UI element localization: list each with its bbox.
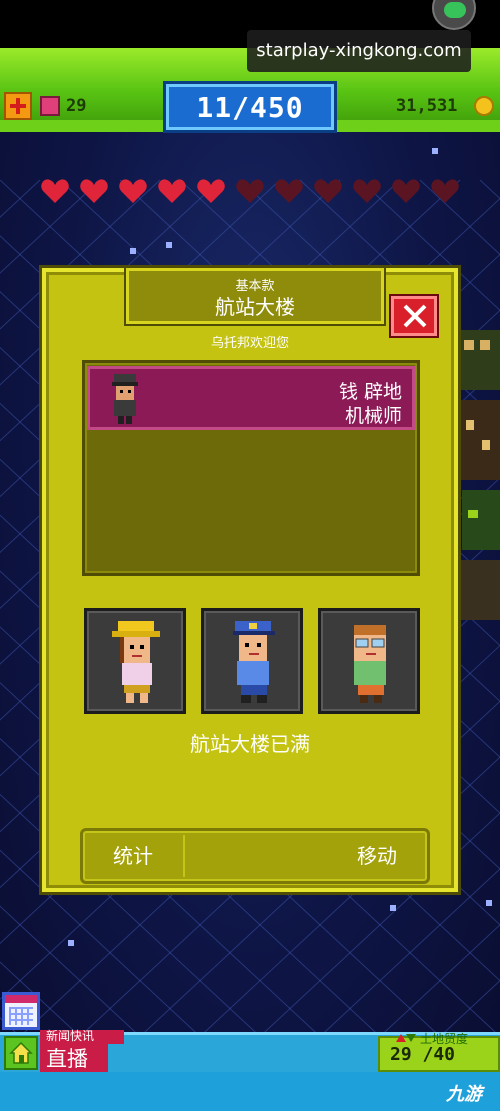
worker-goggles-icon [354,625,386,703]
welcome-text: 乌托邦欢迎您 [210,336,289,351]
footer-strip [0,1072,500,1111]
resident-job: 机械师 [344,405,402,427]
title-plate: 基本款 航站大楼 [126,268,384,324]
jiuyou-logo: 九游 [446,1084,482,1105]
worker-slot-1[interactable] [84,608,186,714]
resident-avatar [112,374,138,424]
heart-full-icon [40,178,70,204]
star-icon [390,905,396,911]
worker-police-icon [233,621,275,703]
calendar-button[interactable] [2,992,40,1030]
stats-button[interactable]: 统计 [83,831,183,881]
heart-full-icon [157,178,187,204]
star-icon [432,148,438,154]
bux-icon [40,96,60,116]
floors-count: 29 /40 [390,1044,456,1065]
heart-empty-icon [430,178,460,204]
coin-icon [474,96,494,116]
bux-count: 29 [66,96,87,116]
heart-empty-icon [274,178,304,204]
tower-edge [456,330,500,620]
chat-icon[interactable] [432,0,476,30]
dialog-action-bar: 统计 移动 [80,828,430,884]
building-full-text: 航站大楼已满 [190,732,310,756]
heart-empty-icon [313,178,343,204]
heart-empty-icon [235,178,265,204]
worker-slot-2[interactable] [201,608,303,714]
coin-count: 31,531 [396,96,458,116]
heart-full-icon [196,178,226,204]
calendar-icon [9,1007,33,1025]
heart-empty-icon [391,178,421,204]
move-button[interactable]: 移动 [327,831,427,881]
worker-slot-3[interactable] [318,608,420,714]
add-bux-button[interactable] [4,92,32,120]
resident-row[interactable]: 钱 辟地 机械师 [87,366,415,430]
building-name: 航站大楼 [215,295,295,319]
star-icon [130,248,136,254]
heart-full-icon [79,178,109,204]
live-label: 直播 [46,1047,88,1071]
close-button[interactable] [391,296,437,336]
star-icon [166,242,172,248]
home-icon [9,1041,33,1064]
heart-empty-icon [352,178,382,204]
population-count: 11/450 [196,91,304,124]
floor-arrows-icon [396,1034,416,1042]
population-box[interactable]: 11/450 [166,84,334,130]
resident-name: 钱 辟地 [338,381,402,403]
divider [183,835,185,877]
star-icon [68,940,74,946]
heart-full-icon [118,178,148,204]
close-icon [403,304,427,328]
url-watermark: starplay-xingkong.com [247,30,471,72]
room-panel: 钱 辟地 机械师 [82,360,420,576]
home-button[interactable] [4,1036,38,1070]
building-dialog: 基本款 航站大楼 乌托邦欢迎您 钱 辟地 机械师 航站大楼已满 统计 移动 [42,268,458,892]
star-icon [486,900,492,906]
worker-hardhat-icon [112,621,160,703]
news-label: 新闻快讯 [46,1029,95,1043]
rating-hearts [40,178,470,208]
